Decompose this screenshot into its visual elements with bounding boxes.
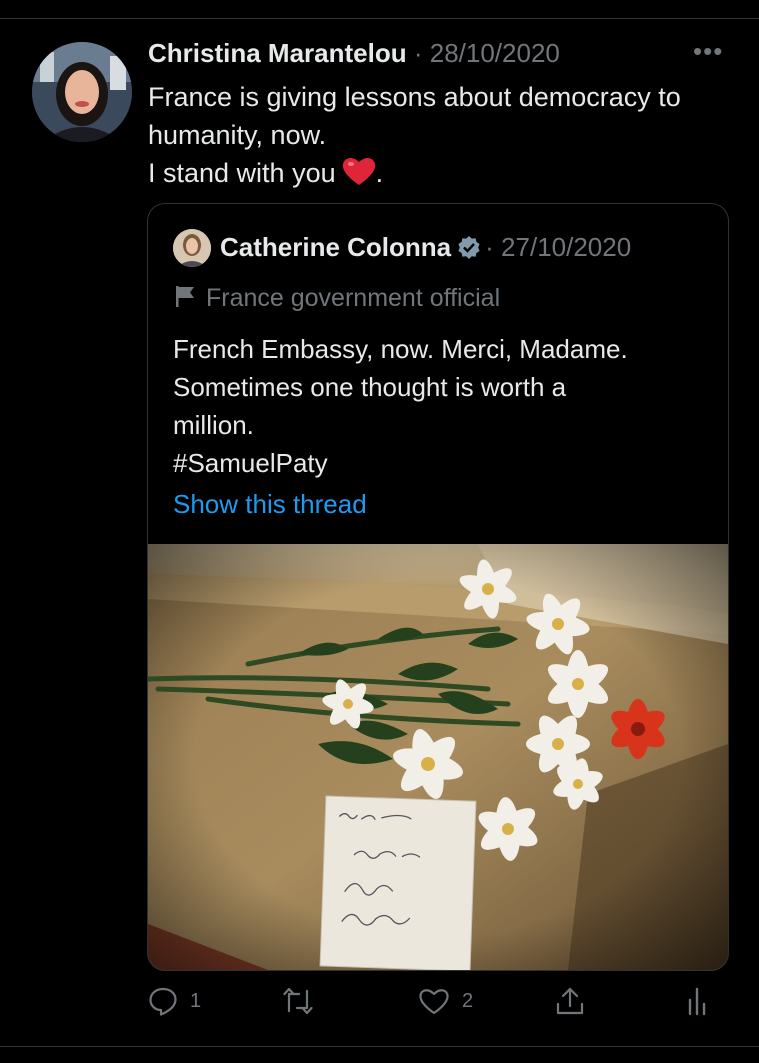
tweet-text-line: France is giving lessons about democracy… (148, 82, 681, 112)
tweet-date[interactable]: 28/10/2020 (430, 38, 560, 68)
quoted-tweet-text: French Embassy, now. Merci, Madame. Some… (173, 330, 713, 482)
show-thread-link[interactable]: Show this thread (173, 489, 367, 520)
separator-dot: · (413, 38, 423, 68)
tweet-text-end: . (375, 158, 384, 188)
quoted-tweet-card[interactable]: Catherine Colonna · 27/10/2020 France gov… (147, 203, 729, 971)
top-divider (0, 18, 759, 19)
quoted-text-line: French Embassy, now. Merci, Madame. (173, 334, 628, 364)
share-icon (556, 987, 584, 1015)
author-avatar[interactable] (32, 42, 132, 142)
flag-icon (176, 286, 194, 307)
red-heart-emoji-icon (342, 156, 376, 196)
tweet-text: France is giving lessons about democracy… (148, 78, 738, 196)
like-count: 2 (462, 989, 474, 1012)
reply-icon (149, 987, 177, 1016)
tweet-text-line: humanity, now. (148, 120, 327, 150)
quoted-text-line: Sometimes one thought is worth a (173, 372, 567, 402)
share-button[interactable] (554, 986, 586, 1016)
retweet-button[interactable] (282, 986, 314, 1016)
quoted-text-line: million. (173, 410, 254, 440)
quoted-author-name[interactable]: Catherine Colonna (220, 232, 451, 262)
tweet-actions-bar: 1 2 (0, 980, 759, 1028)
analytics-icon (688, 987, 706, 1016)
government-label: France government official (174, 284, 500, 313)
verified-badge-icon (457, 235, 481, 266)
tweet-header: Christina Marantelou · 28/10/2020 (148, 38, 560, 69)
analytics-button[interactable] (686, 986, 712, 1016)
bottom-divider (0, 1046, 759, 1047)
quoted-author-avatar[interactable] (173, 229, 211, 267)
quoted-tweet-photo[interactable] (148, 544, 728, 970)
quoted-tweet-header: Catherine Colonna · 27/10/2020 (220, 232, 631, 266)
reply-button[interactable]: 1 (148, 986, 201, 1016)
retweet-icon (283, 987, 313, 1015)
tweet-text-line: I stand with you. (148, 154, 738, 196)
hashtag-link[interactable]: #SamuelPaty (173, 444, 713, 482)
author-name[interactable]: Christina Marantelou (148, 38, 407, 68)
like-button[interactable]: 2 (418, 986, 473, 1016)
reply-count: 1 (190, 989, 202, 1012)
heart-icon (419, 989, 449, 1015)
separator-dot: · (485, 232, 494, 262)
more-options-icon[interactable]: ••• (693, 36, 723, 67)
quoted-tweet-date[interactable]: 27/10/2020 (501, 232, 631, 262)
